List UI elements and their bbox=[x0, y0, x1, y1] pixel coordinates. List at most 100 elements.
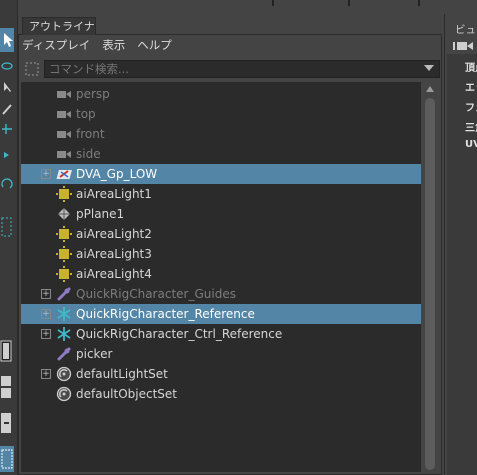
skeleton-icon bbox=[57, 307, 71, 321]
outliner-menubar: ディスプレイ 表示 ヘルプ bbox=[22, 36, 172, 54]
outliner-item-label: picker bbox=[76, 347, 113, 361]
outliner-item-front[interactable]: front bbox=[21, 124, 421, 144]
paint-select-tool-button[interactable] bbox=[0, 80, 14, 94]
scroll-thumb[interactable] bbox=[425, 98, 435, 470]
rotate-tool-button[interactable] bbox=[0, 148, 14, 162]
outliner-item-pPlane1[interactable]: pPlane1 bbox=[21, 204, 421, 224]
layout-side-button[interactable] bbox=[0, 410, 14, 436]
camera-icon bbox=[57, 151, 71, 158]
camera-icon bbox=[57, 131, 71, 138]
group-mesh-icon bbox=[56, 170, 72, 179]
expand-plus-icon[interactable]: + bbox=[41, 329, 51, 339]
area-light-icon bbox=[56, 186, 72, 202]
triangle-right-icon bbox=[4, 152, 9, 158]
hud-line-triangles: 三角 bbox=[465, 123, 477, 134]
two-pane-icon bbox=[1, 376, 11, 398]
outliner-item-label: side bbox=[76, 147, 101, 161]
search-row bbox=[22, 59, 440, 79]
outliner-tree: persp top front side + DVA_Gp_LOW aiAreaLight1… bbox=[21, 82, 421, 472]
chevron-down-icon[interactable] bbox=[424, 65, 434, 71]
menu-show[interactable]: 表示 bbox=[102, 36, 125, 54]
arrow-icon bbox=[4, 33, 13, 47]
rotate-icon bbox=[1, 178, 13, 189]
select-tool-button[interactable] bbox=[0, 28, 14, 52]
layout-single-button[interactable] bbox=[0, 338, 14, 364]
layout-outliner-button[interactable] bbox=[0, 446, 14, 472]
outliner-item-QuickRigCharacter_Guides[interactable]: + QuickRigCharacter_Guides bbox=[21, 284, 421, 304]
cursor-icon bbox=[4, 82, 11, 92]
outliner-item-label: aiAreaLight2 bbox=[76, 227, 152, 241]
filter-icon[interactable] bbox=[24, 61, 40, 77]
camera-icon bbox=[453, 42, 473, 50]
outliner-item-label: persp bbox=[76, 87, 110, 101]
outliner-layout-icon bbox=[1, 449, 13, 469]
skeleton-icon bbox=[57, 327, 71, 341]
outliner-panel: アウトライナ ディスプレイ 表示 ヘルプ persp top front side + D… bbox=[18, 14, 442, 475]
camera-icon bbox=[57, 91, 71, 98]
outliner-item-side[interactable]: side bbox=[21, 144, 421, 164]
outliner-item-aiAreaLight1[interactable]: aiAreaLight1 bbox=[21, 184, 421, 204]
mesh-icon bbox=[58, 208, 70, 220]
top-bar-tick bbox=[418, 0, 420, 6]
camera-icon bbox=[57, 111, 71, 118]
expand-plus-icon[interactable]: + bbox=[41, 369, 51, 379]
command-search-input[interactable] bbox=[44, 60, 440, 78]
hud-line-edges: エッ bbox=[465, 83, 477, 94]
outliner-item-label: QuickRigCharacter_Ctrl_Reference bbox=[76, 327, 283, 341]
area-light-icon bbox=[56, 246, 72, 262]
lasso-tool-button[interactable] bbox=[0, 60, 14, 74]
move-tool-button[interactable] bbox=[0, 122, 14, 136]
outliner-item-QuickRigCharacter_Ctrl_Reference[interactable]: + QuickRigCharacter_Ctrl_Reference bbox=[21, 324, 421, 344]
outliner-item-label: pPlane1 bbox=[76, 207, 125, 221]
outliner-item-picker[interactable]: picker bbox=[21, 344, 421, 364]
outliner-item-persp[interactable]: persp bbox=[21, 84, 421, 104]
top-bar bbox=[18, 0, 477, 14]
last-tool-button[interactable] bbox=[0, 214, 14, 240]
tab-outliner[interactable]: アウトライナ bbox=[22, 17, 96, 35]
set-icon bbox=[56, 366, 72, 382]
side-pane-icon bbox=[1, 413, 11, 433]
outliner-item-defaultObjectSet[interactable]: defaultObjectSet bbox=[21, 384, 421, 404]
menu-help[interactable]: ヘルプ bbox=[137, 36, 172, 54]
area-light-icon bbox=[56, 226, 72, 242]
outliner-item-QuickRigCharacter_Reference[interactable]: + QuickRigCharacter_Reference bbox=[21, 304, 421, 324]
top-bar-tick bbox=[272, 0, 274, 6]
scroll-up-icon[interactable] bbox=[426, 86, 434, 92]
guides-icon bbox=[57, 287, 71, 301]
outliner-item-label: top bbox=[76, 107, 96, 121]
single-pane-icon bbox=[0, 340, 12, 362]
outliner-item-aiAreaLight4[interactable]: aiAreaLight4 bbox=[21, 264, 421, 284]
menu-display[interactable]: ディスプレイ bbox=[22, 36, 90, 54]
outliner-item-label: QuickRigCharacter_Guides bbox=[76, 287, 236, 301]
set-icon bbox=[56, 386, 72, 402]
right-panel: ビュー 頂点 エッ フェ 三角 UV bbox=[444, 14, 477, 475]
expand-plus-icon[interactable]: + bbox=[41, 309, 51, 319]
layout-two-button[interactable] bbox=[0, 374, 14, 400]
hud-line-vertices: 頂点 bbox=[465, 63, 477, 74]
outliner-item-label: front bbox=[76, 127, 105, 141]
expand-plus-icon[interactable]: + bbox=[41, 169, 51, 179]
outliner-item-defaultLightSet[interactable]: + defaultLightSet bbox=[21, 364, 421, 384]
dashed-box-icon bbox=[1, 217, 12, 237]
vertical-scrollbar[interactable] bbox=[423, 82, 437, 472]
brush-tool-button[interactable] bbox=[0, 102, 14, 116]
scale-tool-button[interactable] bbox=[0, 178, 14, 192]
heads-up-display: 頂点 エッ フェ 三角 UV bbox=[447, 54, 477, 475]
outliner-item-DVA_Gp_LOW[interactable]: + DVA_Gp_LOW bbox=[21, 164, 421, 184]
hud-line-faces: フェ bbox=[465, 103, 477, 114]
brush-icon bbox=[2, 104, 12, 115]
lasso-icon bbox=[1, 62, 13, 70]
outliner-item-label: QuickRigCharacter_Reference bbox=[76, 307, 255, 321]
outliner-item-label: defaultLightSet bbox=[76, 367, 168, 381]
expand-plus-icon[interactable]: + bbox=[41, 289, 51, 299]
outliner-item-label: defaultObjectSet bbox=[76, 387, 178, 401]
outliner-item-aiAreaLight3[interactable]: aiAreaLight3 bbox=[21, 244, 421, 264]
toolbox bbox=[0, 0, 18, 475]
hud-line-uvs: UV bbox=[465, 139, 477, 150]
outliner-item-label: aiAreaLight4 bbox=[76, 267, 152, 281]
outliner-item-aiAreaLight2[interactable]: aiAreaLight2 bbox=[21, 224, 421, 244]
outliner-item-top[interactable]: top bbox=[21, 104, 421, 124]
right-panel-title: ビュー bbox=[455, 24, 477, 36]
area-light-icon bbox=[56, 266, 72, 282]
move-icon bbox=[2, 124, 12, 134]
